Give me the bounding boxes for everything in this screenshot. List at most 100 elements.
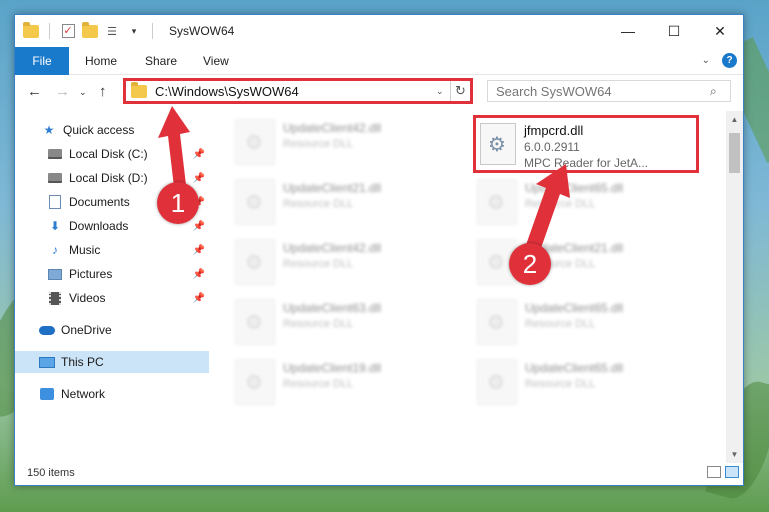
list-item[interactable]: UpdateClient63.dll Resource DLL (235, 295, 455, 351)
file-type: Resource DLL (525, 198, 596, 210)
new-folder-icon[interactable] (82, 21, 98, 39)
search-input[interactable] (496, 83, 710, 99)
file-type: Resource DLL (525, 378, 596, 390)
sidebar-item-music[interactable]: ♪ Music 📌 (15, 239, 209, 261)
help-icon[interactable]: ? (722, 53, 737, 68)
quick-access-toolbar: ✓ ☰ ▾ (23, 21, 157, 39)
scroll-up-icon[interactable]: ▲ (726, 111, 743, 128)
back-arrow-icon[interactable]: ← (27, 83, 42, 100)
this-pc-icon (39, 354, 55, 370)
item-count: 150 items (27, 467, 75, 479)
tab-file[interactable]: File (15, 47, 69, 75)
disk-icon (47, 146, 63, 162)
sidebar-item-local-disk-c[interactable]: Local Disk (C:) 📌 (15, 143, 209, 165)
up-arrow-icon[interactable]: ↑ (99, 83, 107, 100)
disk-icon (47, 170, 63, 186)
sidebar-item-label: Network (61, 387, 106, 401)
highlighted-dll-file[interactable]: jfmpcrd.dll 6.0.0.2911 MPC Reader for Je… (473, 115, 699, 173)
toolbar-dropdown-icon[interactable]: ▾ (126, 23, 142, 39)
file-list: UpdateClient42.dll Resource DLL UpdateCl… (215, 111, 725, 463)
file-name: UpdateClient65.dll (525, 181, 624, 195)
list-item[interactable]: UpdateClient42.dll Resource DLL (235, 115, 455, 171)
sidebar-item-label: Local Disk (C:) (69, 147, 148, 161)
scrollbar-thumb[interactable] (729, 133, 740, 173)
list-item[interactable]: UpdateClient65.dll Resource DLL (477, 295, 697, 351)
tab-home[interactable]: Home (85, 47, 117, 75)
expand-ribbon-icon[interactable]: ⌄ (702, 55, 710, 66)
toolbar-divider (49, 23, 50, 39)
sidebar-item-label: Pictures (69, 267, 113, 281)
downloads-icon: ⬇ (49, 219, 61, 233)
dll-file-icon (477, 359, 517, 405)
sidebar-item-this-pc[interactable]: This PC (15, 351, 209, 373)
music-icon: ♪ (52, 243, 58, 257)
folder-icon[interactable] (23, 21, 39, 39)
title-bar: ✓ ☰ ▾ SysWOW64 — ☐ ✕ (15, 15, 743, 47)
address-dropdown-icon[interactable]: ⌄ (436, 86, 450, 97)
dll-file-icon (235, 359, 275, 405)
ribbon-right-controls: ⌄ ? (702, 53, 737, 68)
file-version: 6.0.0.2911 (524, 140, 580, 154)
address-bar[interactable]: C:\Windows\SysWOW64 ⌄ ↻ (123, 78, 473, 104)
dll-file-icon (235, 299, 275, 345)
details-view-icon[interactable] (707, 466, 721, 478)
sidebar-item-label: OneDrive (61, 323, 112, 337)
dll-file-icon (477, 179, 517, 225)
list-item[interactable]: UpdateClient19.dll Resource DLL (235, 355, 455, 411)
sidebar-item-label: Quick access (63, 123, 135, 137)
vertical-scrollbar[interactable]: ▲ ▼ (726, 111, 743, 463)
list-item[interactable]: UpdateClient65.dll Resource DLL (477, 355, 697, 411)
file-name: UpdateClient63.dll (283, 301, 382, 315)
star-icon: ★ (43, 123, 55, 137)
maximize-button[interactable]: ☐ (651, 15, 697, 47)
window-controls: — ☐ ✕ (605, 15, 743, 47)
address-row: ← → ⌄ ↑ C:\Windows\SysWOW64 ⌄ ↻ ⌕ (15, 75, 743, 109)
window-title: SysWOW64 (169, 24, 235, 38)
status-bar: 150 items (15, 461, 743, 485)
file-type: Resource DLL (283, 138, 354, 150)
explorer-window: ✓ ☰ ▾ SysWOW64 — ☐ ✕ File Home Share Vie… (14, 14, 744, 486)
videos-icon (47, 290, 63, 306)
view-toggle (707, 466, 739, 478)
pin-icon[interactable]: 📌 (193, 245, 205, 256)
customize-toolbar-icon[interactable]: ☰ (104, 23, 120, 39)
pictures-icon (47, 266, 63, 282)
step-2-badge: 2 (509, 243, 551, 285)
pin-icon[interactable]: 📌 (193, 173, 205, 184)
list-item[interactable]: UpdateClient65.dll Resource DLL (477, 175, 697, 231)
pin-icon[interactable]: 📌 (193, 293, 205, 304)
sidebar-item-quick-access[interactable]: ★ Quick access (15, 119, 209, 141)
file-type: Resource DLL (283, 318, 354, 330)
close-button[interactable]: ✕ (697, 15, 743, 47)
file-type: Resource DLL (283, 198, 354, 210)
dll-file-icon (235, 239, 275, 285)
list-item[interactable]: UpdateClient42.dll Resource DLL (235, 235, 455, 291)
tab-share[interactable]: Share (145, 47, 177, 75)
recent-locations-icon[interactable]: ⌄ (79, 87, 87, 98)
file-name: UpdateClient21.dll (283, 181, 382, 195)
large-icons-view-icon[interactable] (725, 466, 739, 478)
file-type: Resource DLL (283, 258, 354, 270)
properties-check-icon[interactable]: ✓ (60, 23, 76, 39)
sidebar-item-pictures[interactable]: Pictures 📌 (15, 263, 209, 285)
search-box[interactable]: ⌕ (487, 80, 731, 102)
forward-arrow-icon[interactable]: → (55, 83, 70, 100)
address-path[interactable]: C:\Windows\SysWOW64 (155, 84, 436, 99)
pin-icon[interactable]: 📌 (193, 149, 205, 160)
sidebar-item-onedrive[interactable]: OneDrive (15, 319, 209, 341)
tab-view[interactable]: View (203, 47, 229, 75)
dll-file-icon (477, 299, 517, 345)
sidebar-item-label: Local Disk (D:) (69, 171, 148, 185)
pin-icon[interactable]: 📌 (193, 269, 205, 280)
minimize-button[interactable]: — (605, 15, 651, 47)
file-type: Resource DLL (283, 378, 354, 390)
search-icon[interactable]: ⌕ (710, 84, 730, 99)
sidebar-item-label: Videos (69, 291, 106, 305)
pin-icon[interactable]: 📌 (193, 221, 205, 232)
refresh-icon[interactable]: ↻ (450, 81, 470, 101)
sidebar-item-videos[interactable]: Videos 📌 (15, 287, 209, 309)
sidebar-item-network[interactable]: Network (15, 383, 209, 405)
dll-file-icon (235, 119, 275, 165)
list-item[interactable]: UpdateClient21.dll Resource DLL (235, 175, 455, 231)
toolbar-divider (152, 23, 153, 39)
